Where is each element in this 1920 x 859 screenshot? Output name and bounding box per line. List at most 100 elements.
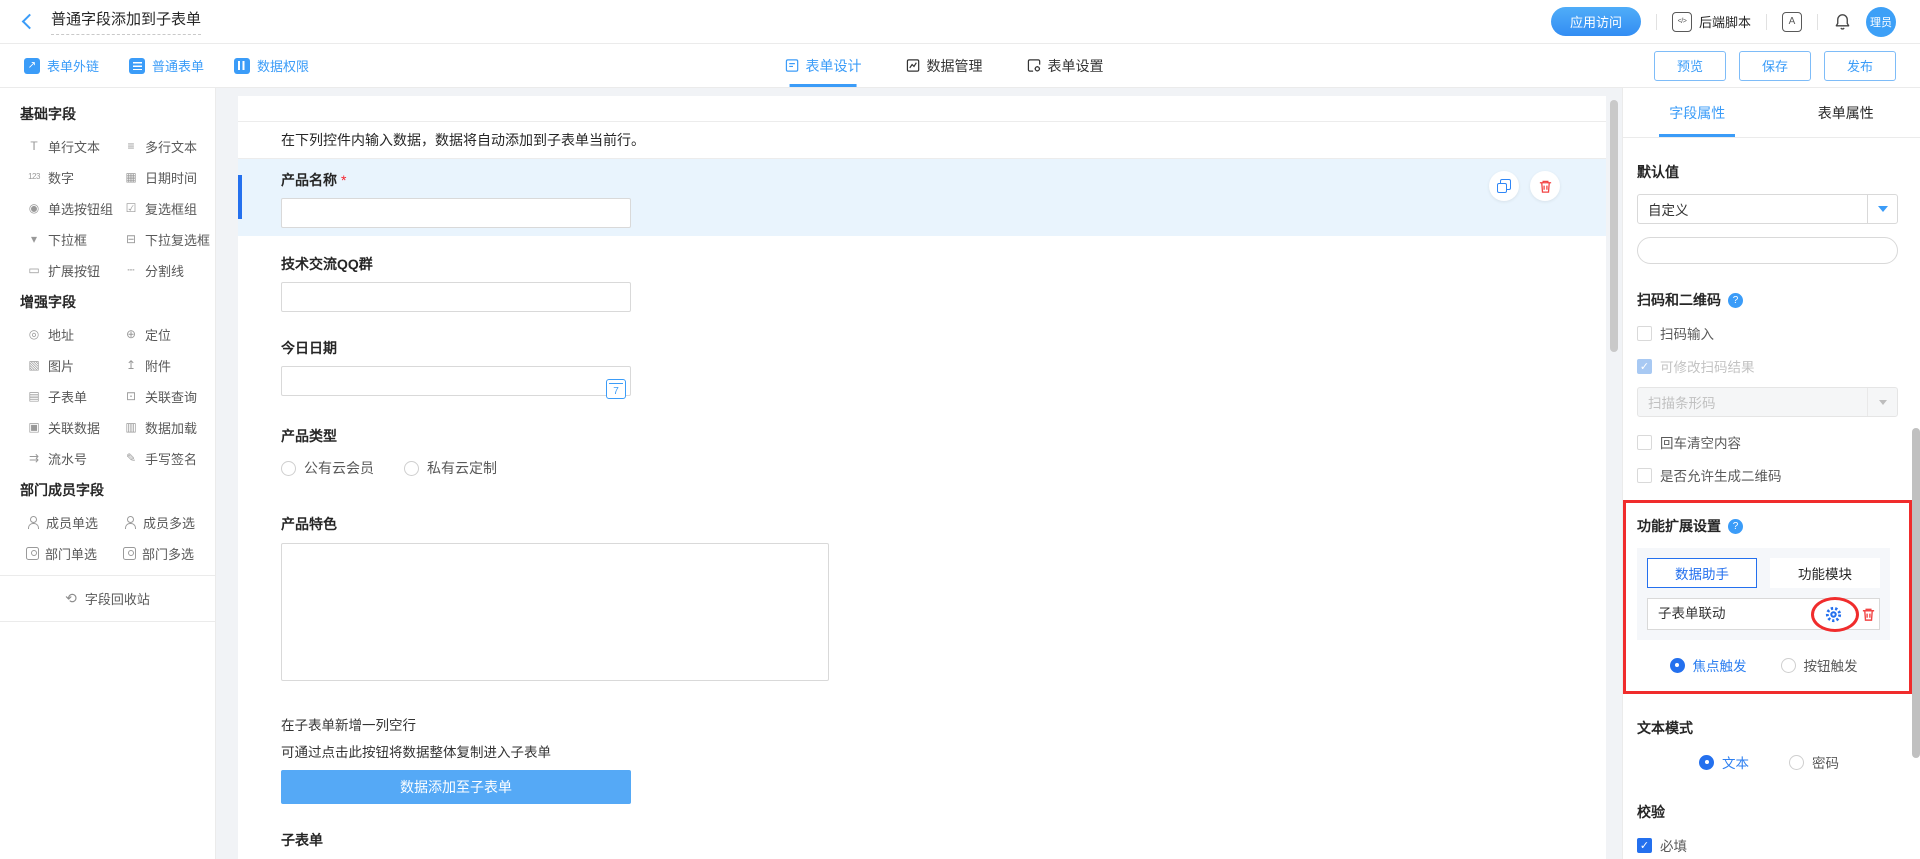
checkbox-scan-input[interactable]: 扫码输入 bbox=[1637, 323, 1898, 343]
link-normal-form[interactable]: 普通表单 bbox=[129, 56, 204, 75]
app-access-button[interactable]: 应用访问 bbox=[1551, 7, 1641, 36]
radio-password-mode[interactable]: 密码 bbox=[1789, 752, 1839, 772]
gear-icon[interactable] bbox=[1824, 605, 1843, 629]
department-single-icon bbox=[26, 547, 39, 560]
help-icon[interactable]: ? bbox=[1728, 293, 1743, 308]
radio-text-mode[interactable]: 文本 bbox=[1699, 752, 1749, 772]
sidebar-item-member-multi[interactable]: 成员多选 bbox=[123, 514, 220, 530]
sidebar-item-single-line-text[interactable]: T单行文本 bbox=[26, 138, 123, 154]
item-label: 图片 bbox=[48, 356, 74, 375]
delete-linkage-button[interactable] bbox=[1861, 607, 1876, 627]
checkbox-required[interactable]: ✓ 必填 bbox=[1637, 835, 1898, 855]
item-label: 单行文本 bbox=[48, 137, 100, 156]
sidebar-item-image[interactable]: ▧图片 bbox=[26, 357, 123, 373]
sidebar-item-checkbox-group[interactable]: ☑复选框组 bbox=[123, 200, 220, 216]
section-title-basic-fields: 基础字段 bbox=[0, 104, 215, 138]
qq-group-input[interactable] bbox=[281, 282, 631, 312]
item-label: 定位 bbox=[145, 325, 171, 344]
panel-scrollbar[interactable] bbox=[1912, 428, 1920, 758]
sidebar-item-number[interactable]: 123数字 bbox=[26, 169, 123, 185]
radio-public-cloud[interactable]: 公有云会员 bbox=[281, 458, 374, 478]
field-recycle-bin[interactable]: ⟲ 字段回收站 bbox=[0, 576, 215, 621]
sidebar-item-department-single[interactable]: 部门单选 bbox=[26, 545, 123, 561]
sidebar-item-location[interactable]: ⊕定位 bbox=[123, 326, 220, 342]
radio-private-cloud[interactable]: 私有云定制 bbox=[404, 458, 497, 478]
tab-form-design[interactable]: 表单设计 bbox=[785, 44, 862, 87]
tab-field-properties[interactable]: 字段属性 bbox=[1623, 88, 1772, 137]
tab-data-manage[interactable]: 数据管理 bbox=[906, 44, 983, 87]
today-date-input[interactable] bbox=[281, 366, 631, 396]
link-label: 数据权限 bbox=[257, 56, 309, 75]
radio-focus-trigger[interactable]: 焦点触发 bbox=[1670, 655, 1747, 675]
member-single-icon bbox=[26, 516, 40, 529]
checkbox-checked-icon: ✓ bbox=[1637, 838, 1652, 853]
item-label: 地址 bbox=[48, 325, 74, 344]
checkbox-clear-on-enter[interactable]: 回车清空内容 bbox=[1637, 432, 1898, 452]
sidebar-item-multi-select[interactable]: ⊟下拉复选框 bbox=[123, 231, 220, 247]
field-label: 技术交流QQ群 bbox=[281, 254, 1563, 274]
sidebar-item-member-single[interactable]: 成员单选 bbox=[26, 514, 123, 530]
product-name-input[interactable] bbox=[281, 198, 631, 228]
save-button[interactable]: 保存 bbox=[1739, 51, 1811, 81]
calendar-icon[interactable]: 7 bbox=[606, 379, 626, 399]
sidebar-item-address[interactable]: ◎ 地址 bbox=[26, 326, 123, 342]
checkbox-group-icon: ☑ bbox=[123, 201, 139, 215]
backend-script-button[interactable]: 后端脚本 bbox=[1699, 12, 1751, 31]
publish-button[interactable]: 发布 bbox=[1824, 51, 1896, 81]
subform-icon: ▤ bbox=[26, 389, 42, 403]
subform-block[interactable]: 子表单 产品名称 技术交流QQ群 日期时间 产品类型 产品特色 bbox=[238, 804, 1606, 859]
sidebar-item-radio-group[interactable]: ◉单选按钮组 bbox=[26, 200, 123, 216]
address-icon: ◎ bbox=[26, 327, 42, 341]
checkbox-allow-qrcode[interactable]: 是否允许生成二维码 bbox=[1637, 465, 1898, 485]
sidebar-item-signature[interactable]: ✎手写签名 bbox=[123, 450, 220, 466]
link-data-permission[interactable]: 数据权限 bbox=[234, 56, 309, 75]
field-qq-group[interactable]: 技术交流QQ群 bbox=[238, 236, 1606, 312]
item-label: 流水号 bbox=[48, 449, 87, 468]
sidebar-item-divider[interactable]: ┄分割线 bbox=[123, 262, 220, 278]
select-value: 自定义 bbox=[1638, 195, 1867, 223]
sidebar-item-data-load[interactable]: ▥数据加载 bbox=[123, 419, 220, 435]
caret-cell bbox=[1867, 388, 1897, 416]
data-assistant-tab[interactable]: 数据助手 bbox=[1647, 558, 1757, 588]
delete-field-button[interactable] bbox=[1530, 171, 1560, 201]
sidebar-item-attachment[interactable]: ↥附件 bbox=[123, 357, 220, 373]
link-form-external[interactable]: ↗ 表单外链 bbox=[24, 56, 99, 75]
field-today-date[interactable]: 今日日期 7 bbox=[238, 312, 1606, 396]
contact-book-icon[interactable]: A bbox=[1782, 12, 1802, 32]
back-icon[interactable] bbox=[22, 14, 38, 30]
sidebar-item-related-query[interactable]: ⊡关联查询 bbox=[123, 388, 220, 404]
sidebar-item-multi-line-text[interactable]: ≡多行文本 bbox=[123, 138, 220, 154]
tab-form-properties[interactable]: 表单属性 bbox=[1772, 88, 1920, 137]
sidebar-item-datetime[interactable]: ▦日期时间 bbox=[123, 169, 220, 185]
sidebar-item-serial-number[interactable]: ⇉流水号 bbox=[26, 450, 123, 466]
function-module-tab[interactable]: 功能模块 bbox=[1770, 558, 1880, 588]
required-mark: * bbox=[341, 172, 346, 188]
add-to-subform-button[interactable]: 数据添加至子表单 bbox=[281, 770, 631, 804]
form-design-icon bbox=[785, 58, 800, 73]
avatar[interactable]: 理员 bbox=[1866, 7, 1896, 37]
radio-button-trigger[interactable]: 按钮触发 bbox=[1781, 655, 1858, 675]
preview-button[interactable]: 预览 bbox=[1654, 51, 1726, 81]
field-product-feature[interactable]: 产品特色 bbox=[238, 478, 1606, 681]
field-product-name-selected[interactable]: 产品名称* bbox=[238, 159, 1606, 236]
canvas-scrollbar[interactable] bbox=[1610, 100, 1618, 352]
tab-form-settings[interactable]: 表单设置 bbox=[1027, 44, 1104, 87]
item-label: 关联数据 bbox=[48, 418, 100, 437]
helper-line-1: 在子表单新增一列空行 bbox=[281, 714, 1563, 734]
sidebar-item-subform[interactable]: ▤子表单 bbox=[26, 388, 123, 404]
subform-linkage-item[interactable]: 子表单联动 bbox=[1647, 598, 1880, 630]
checkbox-modify-scan-result[interactable]: ✓ 可修改扫码结果 bbox=[1637, 356, 1898, 376]
default-value-input[interactable] bbox=[1637, 237, 1898, 264]
bell-icon[interactable] bbox=[1833, 12, 1852, 31]
default-value-select[interactable]: 自定义 bbox=[1637, 194, 1898, 224]
product-feature-textarea[interactable] bbox=[281, 543, 829, 681]
field-product-type[interactable]: 产品类型 公有云会员 私有云定制 bbox=[238, 396, 1606, 478]
help-icon[interactable]: ? bbox=[1728, 519, 1743, 534]
item-label: 扩展按钮 bbox=[48, 261, 100, 280]
copy-field-button[interactable] bbox=[1489, 171, 1519, 201]
sidebar-item-related-data[interactable]: ▣关联数据 bbox=[26, 419, 123, 435]
sidebar-item-select[interactable]: ▾下拉框 bbox=[26, 231, 123, 247]
sidebar-item-extend-button[interactable]: ▭扩展按钮 bbox=[26, 262, 123, 278]
extension-panel: 数据助手 功能模块 子表单联动 bbox=[1637, 548, 1890, 640]
sidebar-item-department-multi[interactable]: 部门多选 bbox=[123, 545, 220, 561]
